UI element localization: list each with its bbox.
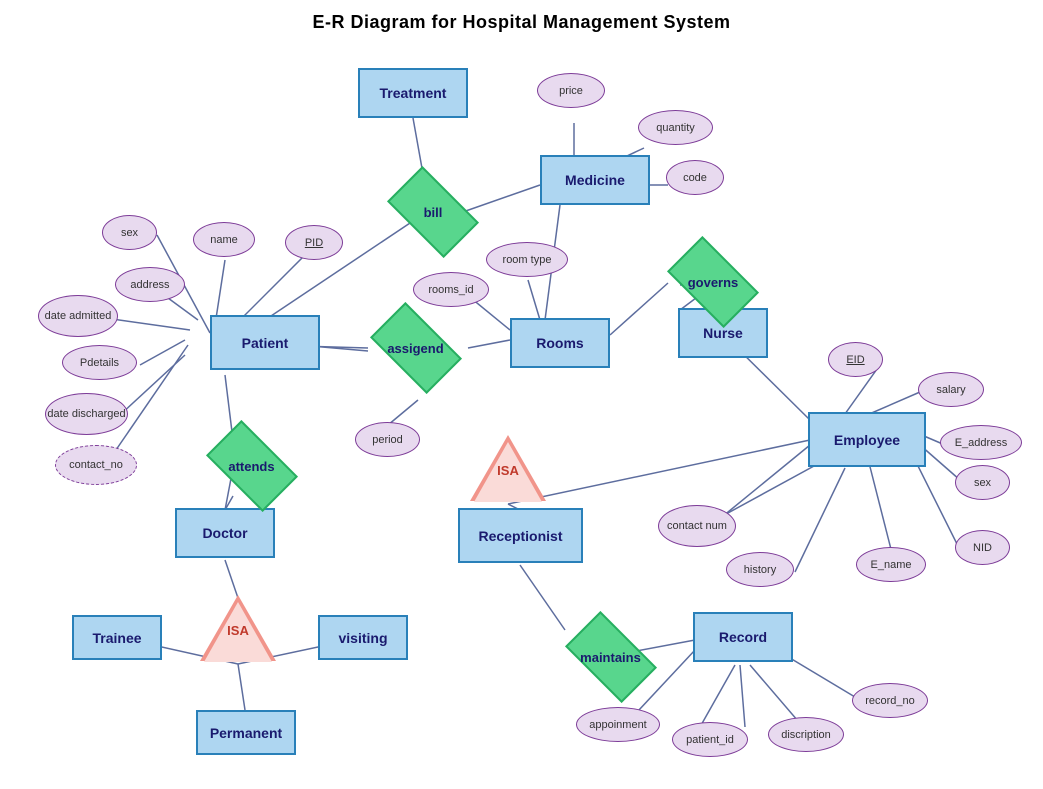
attr-record-no: record_no	[852, 683, 928, 718]
attr-address: address	[115, 267, 185, 302]
attr-pid: PID	[285, 225, 343, 260]
attr-period: period	[355, 422, 420, 457]
relationship-bill: bill	[388, 182, 478, 242]
attr-pdetails: Pdetails	[62, 345, 137, 380]
attr-history: history	[726, 552, 794, 587]
attr-date-admitted: date admitted	[38, 295, 118, 337]
attr-sex2: sex	[955, 465, 1010, 500]
attr-code: code	[666, 160, 724, 195]
attr-eid: EID	[828, 342, 883, 377]
er-diagram-canvas: E-R Diagram for Hospital Management Syst…	[0, 0, 1043, 789]
attr-name: name	[193, 222, 255, 257]
attr-appoinment: appoinment	[576, 707, 660, 742]
relationship-attends: attends	[204, 437, 299, 495]
attr-e-name: E_name	[856, 547, 926, 582]
attr-rooms-id: rooms_id	[413, 272, 489, 307]
attr-nid: NID	[955, 530, 1010, 565]
entity-treatment: Treatment	[358, 68, 468, 118]
entity-rooms: Rooms	[510, 318, 610, 368]
relationship-maintains: maintains	[558, 628, 663, 686]
connection-lines	[0, 0, 1043, 789]
attr-date-discharged: date discharged	[45, 393, 128, 435]
entity-permanent: Permanent	[196, 710, 296, 755]
attr-price: price	[537, 73, 605, 108]
attr-discription: discription	[768, 717, 844, 752]
attr-quantity: quantity	[638, 110, 713, 145]
entity-receptionist: Receptionist	[458, 508, 583, 563]
attr-sex: sex	[102, 215, 157, 250]
entity-trainee: Trainee	[72, 615, 162, 660]
attr-room-type: room type	[486, 242, 568, 277]
attr-contact-num: contact num	[658, 505, 736, 547]
isa-doctor: ISA	[200, 595, 276, 661]
relationship-assigend: assigend	[363, 318, 468, 378]
attr-e-address: E_address	[940, 425, 1022, 460]
relationship-governs: governs	[663, 252, 763, 312]
attr-patient-id: patient_id	[672, 722, 748, 757]
entity-doctor: Doctor	[175, 508, 275, 558]
entity-patient: Patient	[210, 315, 320, 370]
entity-record: Record	[693, 612, 793, 662]
attr-salary: salary	[918, 372, 984, 407]
entity-visiting: visiting	[318, 615, 408, 660]
diagram-title: E-R Diagram for Hospital Management Syst…	[0, 0, 1043, 33]
entity-employee: Employee	[808, 412, 926, 467]
isa-employee: ISA	[470, 435, 546, 501]
attr-contact-no: contact_no	[55, 445, 137, 485]
entity-medicine: Medicine	[540, 155, 650, 205]
